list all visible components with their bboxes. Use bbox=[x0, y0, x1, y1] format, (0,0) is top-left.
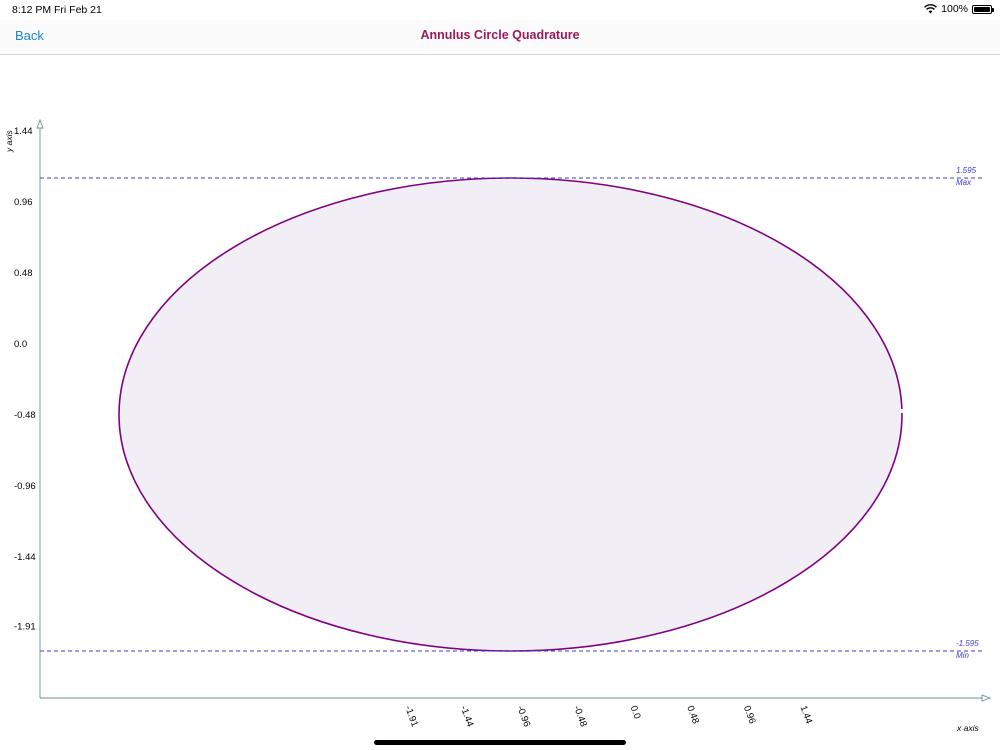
status-time: 8:12 PM bbox=[12, 4, 52, 16]
y-tick-label: -1.44 bbox=[14, 552, 36, 563]
x-tick-label: -1.44 bbox=[458, 704, 476, 728]
y-axis-title: y axis bbox=[4, 130, 14, 153]
battery-percent: 100% bbox=[941, 3, 968, 15]
battery-icon bbox=[972, 4, 994, 14]
home-indicator[interactable] bbox=[374, 740, 626, 745]
x-tick-label: -1.91 bbox=[402, 704, 420, 728]
x-axis-arrow-icon bbox=[981, 694, 992, 702]
x-tick-label: -0.48 bbox=[571, 704, 589, 728]
quadrature-chart: 1.595 Max -1.595 Min 1.44 0.96 0.48 0.0 -0.48 -0.… bbox=[4, 118, 992, 733]
status-bar: 8:12 PM Fri Feb 21 100% bbox=[0, 0, 1000, 20]
navigation-bar: Back Annulus Circle Quadrature bbox=[0, 20, 1000, 55]
reference-value-min: -1.595 bbox=[956, 639, 979, 648]
y-tick-label: -0.48 bbox=[14, 410, 36, 421]
x-axis-title: x axis bbox=[956, 723, 979, 733]
x-tick-label: 0.0 bbox=[628, 704, 643, 720]
x-tick-label: 1.44 bbox=[798, 704, 815, 725]
x-tick-label: 0.48 bbox=[684, 704, 701, 725]
page-title: Annulus Circle Quadrature bbox=[420, 28, 580, 42]
annulus-circle-curve bbox=[118, 177, 903, 652]
reference-label-min: Min bbox=[956, 651, 969, 660]
status-date: Fri Feb 21 bbox=[54, 4, 102, 16]
wifi-icon bbox=[924, 4, 938, 14]
reference-label-max: Max bbox=[956, 178, 972, 187]
curve-seam-gap bbox=[900, 409, 905, 413]
y-tick-label: 0.0 bbox=[14, 339, 27, 350]
y-axis-arrow-icon bbox=[36, 118, 44, 129]
reference-value-max: 1.595 bbox=[956, 166, 977, 175]
x-tick-label: -0.96 bbox=[514, 704, 532, 728]
status-indicators: 100% bbox=[924, 3, 994, 15]
y-tick-label: 1.44 bbox=[14, 126, 33, 137]
y-tick-label: 0.96 bbox=[14, 197, 33, 208]
y-tick-label: 0.48 bbox=[14, 268, 33, 279]
x-tick-label: 0.96 bbox=[741, 704, 758, 725]
y-tick-label: -1.91 bbox=[14, 622, 36, 633]
y-tick-label: -0.96 bbox=[14, 481, 36, 492]
